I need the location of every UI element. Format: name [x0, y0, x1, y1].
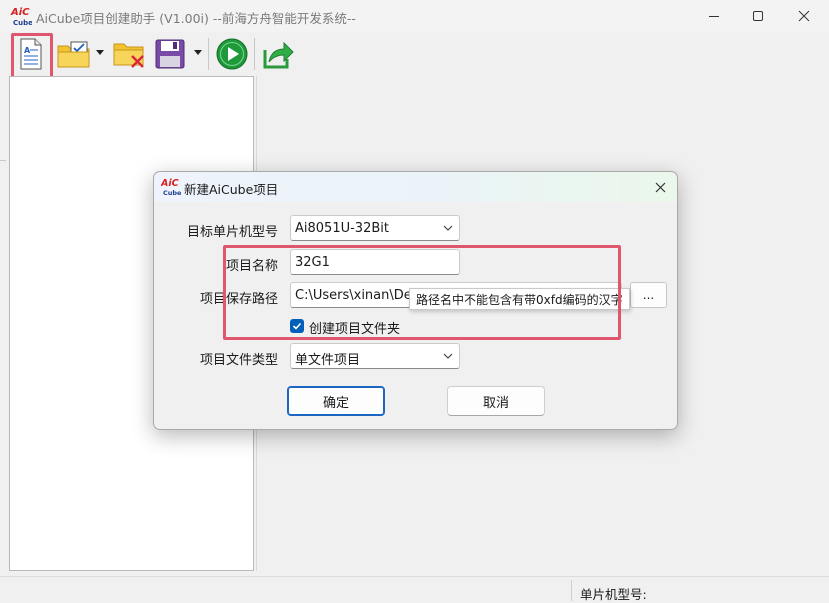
- status-mcu-label: 单片机型号:: [580, 587, 647, 602]
- open-project-dropdown[interactable]: [96, 50, 104, 55]
- dialog-title-bar: AiC Cube 新建AiCube项目: [154, 172, 677, 202]
- status-bar: 单片机型号:: [0, 576, 829, 603]
- maximize-button[interactable]: [735, 0, 781, 32]
- svg-text:Cube: Cube: [163, 189, 182, 197]
- project-type-value: 单文件项目: [295, 353, 361, 368]
- chevron-down-icon: [443, 353, 453, 359]
- project-type-label: 项目文件类型: [199, 353, 278, 368]
- save-icon: [155, 39, 185, 69]
- svg-text:AiC: AiC: [161, 178, 179, 189]
- dialog-aicube-logo: AiC Cube: [161, 178, 182, 197]
- aicube-logo: AiC Cube: [10, 7, 32, 27]
- cancel-button[interactable]: 取消: [447, 386, 545, 416]
- project-type-select[interactable]: 单文件项目: [290, 343, 460, 369]
- toolbar: A: [0, 32, 829, 76]
- save-project-button[interactable]: [153, 36, 187, 72]
- dialog-title: 新建AiCube项目: [184, 182, 279, 197]
- window-title: AiCube项目创建助手 (V1.00i) --前海方舟智能开发系统--: [36, 11, 356, 26]
- mcu-model-value: Ai8051U-32Bit: [295, 221, 389, 236]
- export-button[interactable]: [261, 36, 295, 72]
- close-window-button[interactable]: [781, 0, 827, 32]
- minimize-icon: [709, 16, 719, 17]
- maximize-icon: [753, 11, 763, 21]
- status-separator: [571, 580, 572, 601]
- close-icon: [798, 10, 810, 22]
- form-highlight: [223, 245, 621, 340]
- share-export-icon: [263, 41, 294, 69]
- folder-delete-icon: [113, 43, 144, 68]
- ok-button[interactable]: 确定: [287, 386, 385, 416]
- left-edge-line: [0, 160, 6, 161]
- run-button[interactable]: [215, 36, 249, 72]
- close-icon: [655, 182, 665, 192]
- svg-text:AiC: AiC: [10, 7, 30, 18]
- toolbar-separator: [254, 38, 255, 70]
- close-project-button[interactable]: [113, 36, 147, 72]
- toolbar-separator: [208, 38, 209, 70]
- mcu-model-select[interactable]: Ai8051U-32Bit: [290, 215, 460, 241]
- title-bar: AiC Cube AiCube项目创建助手 (V1.00i) --前海方舟智能开…: [0, 0, 829, 32]
- play-icon: [216, 38, 248, 70]
- browse-path-button[interactable]: ...: [630, 282, 667, 308]
- svg-text:Cube: Cube: [13, 19, 32, 27]
- chevron-down-icon: [443, 225, 453, 231]
- open-project-button[interactable]: [57, 36, 91, 72]
- folder-open-icon: [57, 41, 90, 68]
- dialog-close-button[interactable]: [646, 174, 674, 200]
- mcu-model-label: 目标单片机型号: [186, 225, 278, 240]
- minimize-button[interactable]: [691, 0, 737, 32]
- save-project-dropdown[interactable]: [194, 50, 202, 55]
